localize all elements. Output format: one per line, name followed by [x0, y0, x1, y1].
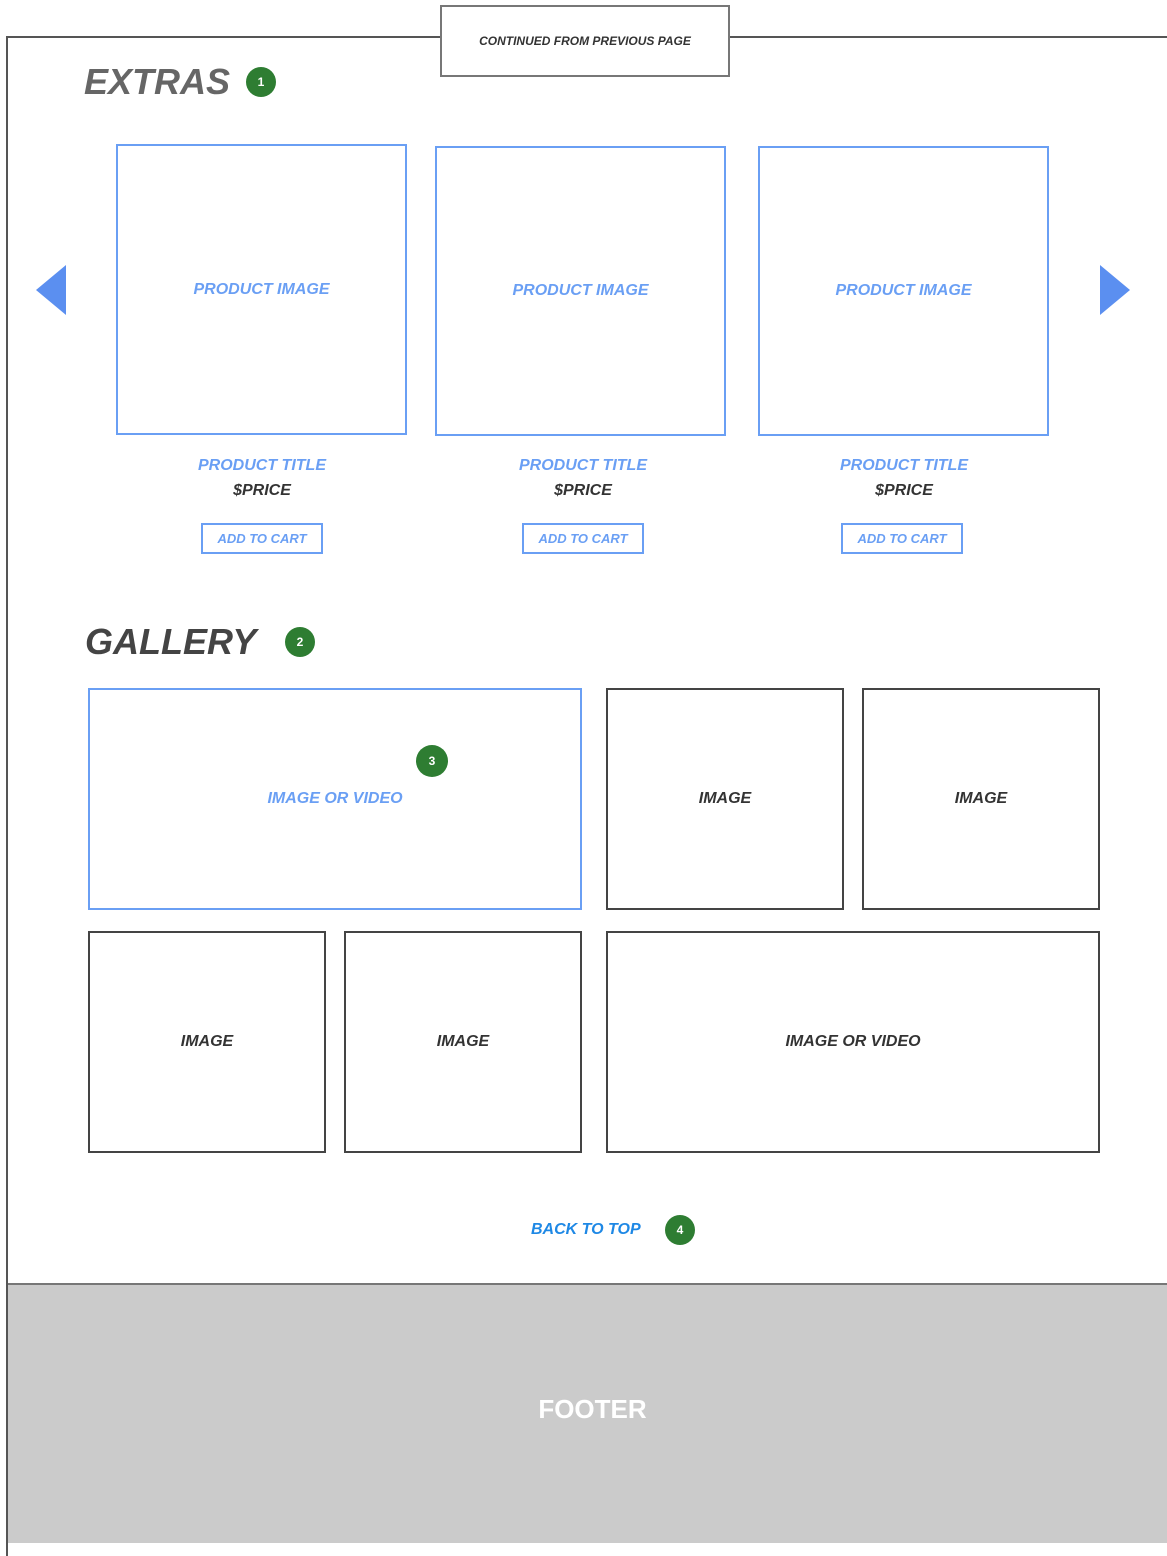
extras-title: EXTRAS	[84, 61, 231, 102]
product-image-label: PRODUCT IMAGE	[193, 280, 330, 298]
gallery-image-tile[interactable]: IMAGE	[606, 688, 844, 910]
product-image-3[interactable]: PRODUCT IMAGE	[758, 146, 1049, 436]
gallery-image-tile[interactable]: IMAGE	[344, 931, 582, 1153]
product-image-2[interactable]: PRODUCT IMAGE	[435, 146, 726, 436]
product-title-3[interactable]: PRODUCT TITLE	[759, 457, 1049, 475]
gallery-tile-label: IMAGE	[436, 1033, 490, 1050]
annotation-badge-3: 3	[416, 745, 448, 777]
carousel-next-arrow-icon[interactable]	[1100, 265, 1130, 315]
gallery-feature-media[interactable]: IMAGE OR VIDEO	[88, 688, 582, 910]
annotation-badge-1: 1	[246, 67, 276, 97]
gallery-image-tile[interactable]: IMAGE	[88, 931, 326, 1153]
footer: FOOTER	[8, 1283, 1167, 1543]
product-image-label: PRODUCT IMAGE	[835, 282, 972, 299]
annotation-badge-4: 4	[665, 1215, 695, 1245]
gallery-image-tile[interactable]: IMAGE	[862, 688, 1100, 910]
gallery-tile-label: IMAGE OR VIDEO	[267, 790, 403, 807]
add-to-cart-button-1[interactable]: ADD TO CART	[201, 523, 323, 554]
gallery-title: GALLERY	[85, 621, 257, 662]
continued-label-text: CONTINUED FROM PREVIOUS PAGE	[479, 34, 691, 48]
gallery-tile-label: IMAGE	[954, 790, 1008, 807]
footer-label: FOOTER	[538, 1393, 647, 1424]
add-to-cart-button-2[interactable]: ADD TO CART	[522, 523, 644, 554]
annotation-badge-2: 2	[285, 627, 315, 657]
gallery-tile-label: IMAGE	[180, 1033, 234, 1050]
gallery-media-tile[interactable]: IMAGE OR VIDEO	[606, 931, 1100, 1153]
product-title-1[interactable]: PRODUCT TITLE	[117, 457, 407, 475]
product-price-2: $PRICE	[554, 482, 612, 499]
product-price-3: $PRICE	[875, 482, 933, 499]
product-image-label: PRODUCT IMAGE	[512, 282, 649, 299]
back-to-top-link[interactable]: BACK TO TOP	[531, 1221, 641, 1239]
gallery-tile-label: IMAGE OR VIDEO	[785, 1033, 921, 1050]
product-image-1[interactable]: PRODUCT IMAGE	[116, 144, 407, 435]
product-price-1: $PRICE	[233, 482, 291, 499]
product-title-2[interactable]: PRODUCT TITLE	[438, 457, 728, 475]
continued-from-previous-page-label: CONTINUED FROM PREVIOUS PAGE	[440, 5, 730, 77]
carousel-prev-arrow-icon[interactable]	[36, 265, 66, 315]
gallery-tile-label: IMAGE	[698, 790, 752, 807]
add-to-cart-button-3[interactable]: ADD TO CART	[841, 523, 963, 554]
